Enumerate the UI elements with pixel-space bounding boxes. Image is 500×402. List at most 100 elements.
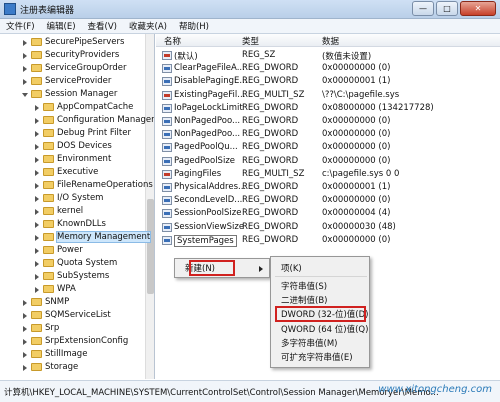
close-button[interactable]: ✕ xyxy=(460,1,496,16)
expand-arrow-icon[interactable] xyxy=(22,325,29,332)
tree-node[interactable]: ServiceProvider xyxy=(22,75,111,87)
expand-arrow-icon[interactable] xyxy=(34,208,41,215)
value-row[interactable]: PagedPoolSize REG_DWORD 0x00000000 (0) xyxy=(156,155,500,168)
menu-favorites[interactable]: 收藏夹(A) xyxy=(123,19,173,33)
tree-node[interactable]: Debug Print Filter xyxy=(34,127,131,139)
tree-node[interactable]: Environment xyxy=(34,153,111,165)
value-data: (数值未设置) xyxy=(322,52,372,62)
submenu-item[interactable]: 多字符串值(M) xyxy=(281,337,337,351)
expand-arrow-icon[interactable] xyxy=(22,299,29,306)
tree-node[interactable]: StillImage xyxy=(22,348,87,360)
menu-file[interactable]: 文件(F) xyxy=(0,19,41,33)
value-row[interactable]: NonPagedPoo... REG_DWORD 0x00000000 (0) xyxy=(156,115,500,128)
value-row[interactable]: PhysicalAddres... REG_DWORD 0x00000001 (1) xyxy=(156,181,500,194)
expand-arrow-icon[interactable] xyxy=(34,156,41,163)
tree-node[interactable]: Memory Management xyxy=(34,231,152,243)
value-type: REG_DWORD xyxy=(242,221,299,232)
tree-node[interactable]: SubSystems xyxy=(34,270,109,282)
tree-node-label: SecurityProviders xyxy=(45,50,120,60)
registry-tree[interactable]: SecurePipeServers SecurityProviders Servic… xyxy=(0,34,155,379)
expand-arrow-icon[interactable] xyxy=(22,364,29,371)
value-name: PagingFiles xyxy=(174,168,222,179)
value-row[interactable]: PagedPoolQu... REG_DWORD 0x00000000 (0) xyxy=(156,141,500,154)
tree-node[interactable]: SQMServiceList xyxy=(22,309,111,321)
menu-edit[interactable]: 编辑(E) xyxy=(41,19,82,33)
value-row[interactable]: SessionViewSize REG_DWORD 0x00000030 (48) xyxy=(156,221,500,234)
expand-arrow-icon[interactable] xyxy=(34,104,41,111)
binary-value-icon xyxy=(162,209,172,219)
value-row[interactable]: PagingFiles REG_MULTI_SZ c:\pagefile.sys 0… xyxy=(156,168,500,181)
tree-node[interactable]: Quota System xyxy=(34,257,117,269)
tree-node[interactable]: SecurePipeServers xyxy=(22,36,124,48)
tree-node[interactable]: AppCompatCache xyxy=(34,101,133,113)
tree-node[interactable]: SNMP xyxy=(22,296,69,308)
tree-node[interactable]: I/O System xyxy=(34,192,103,204)
collapse-arrow-icon[interactable] xyxy=(22,91,29,98)
value-row[interactable]: (默认) REG_SZ (数值未设置) xyxy=(156,49,500,62)
expand-arrow-icon[interactable] xyxy=(34,130,41,137)
folder-icon xyxy=(31,363,42,371)
folder-icon xyxy=(43,116,54,124)
expand-arrow-icon[interactable] xyxy=(34,273,41,280)
tree-scrollbar[interactable] xyxy=(145,34,154,379)
value-row[interactable]: SessionPoolSize REG_DWORD 0x00000004 (4) xyxy=(156,207,500,220)
expand-arrow-icon[interactable] xyxy=(34,234,41,241)
submenu-item[interactable]: 字符串值(S) xyxy=(281,280,327,294)
tree-node[interactable]: KnownDLLs xyxy=(34,218,106,230)
expand-arrow-icon[interactable] xyxy=(22,351,29,358)
tree-node[interactable]: ServiceGroupOrder xyxy=(22,62,126,74)
maximize-button[interactable]: □ xyxy=(436,1,458,16)
tree-node[interactable]: Session Manager xyxy=(22,88,117,100)
tree-node[interactable]: Srp xyxy=(22,322,59,334)
tree-node[interactable]: DOS Devices xyxy=(34,140,112,152)
value-row[interactable]: DisablePagingE... REG_DWORD 0x00000001 (1) xyxy=(156,75,500,88)
string-value-icon xyxy=(162,90,172,100)
expand-arrow-icon[interactable] xyxy=(34,260,41,267)
value-name: IoPageLockLimit xyxy=(174,102,243,113)
tree-node[interactable]: SecurityProviders xyxy=(22,49,119,61)
menu-view[interactable]: 查看(V) xyxy=(82,19,123,33)
expand-arrow-icon[interactable] xyxy=(34,182,41,189)
expand-arrow-icon[interactable] xyxy=(34,195,41,202)
expand-arrow-icon[interactable] xyxy=(34,143,41,150)
value-type: REG_SZ xyxy=(242,50,276,60)
watermark: www.xitongcheng.com xyxy=(378,384,492,395)
value-row[interactable]: ClearPageFileA... REG_DWORD 0x00000000 (0) xyxy=(156,62,500,75)
expand-arrow-icon[interactable] xyxy=(34,286,41,293)
tree-node[interactable]: Executive xyxy=(34,166,98,178)
value-row[interactable]: SystemPages REG_DWORD 0x00000000 (0) xyxy=(156,234,500,247)
submenu-item[interactable]: 项(K) xyxy=(281,262,302,276)
value-row[interactable]: SecondLevelD... REG_DWORD 0x00000000 (0) xyxy=(156,194,500,207)
expand-arrow-icon[interactable] xyxy=(22,39,29,46)
value-row[interactable]: IoPageLockLimit REG_DWORD 0x08000000 (1342… xyxy=(156,102,500,115)
tree-node[interactable]: WPA xyxy=(34,283,76,295)
submenu-item[interactable]: QWORD (64 位)值(Q) xyxy=(281,323,368,337)
tree-node-label: Memory Management xyxy=(55,231,152,243)
value-type: REG_DWORD xyxy=(242,155,299,166)
minimize-button[interactable]: — xyxy=(412,1,434,16)
tree-node[interactable]: Configuration Manager xyxy=(34,114,154,126)
submenu-item[interactable]: 可扩充字符串值(E) xyxy=(281,351,353,365)
expand-arrow-icon[interactable] xyxy=(22,338,29,345)
header-type[interactable]: 类型 xyxy=(242,35,259,47)
header-name[interactable]: 名称 xyxy=(164,35,181,47)
expand-arrow-icon[interactable] xyxy=(22,312,29,319)
tree-node[interactable]: Storage xyxy=(22,361,78,373)
menu-help[interactable]: 帮助(H) xyxy=(173,19,215,33)
header-data[interactable]: 数据 xyxy=(322,35,339,47)
expand-arrow-icon[interactable] xyxy=(34,221,41,228)
value-row[interactable]: NonPagedPoo... REG_DWORD 0x00000000 (0) xyxy=(156,128,500,141)
binary-value-icon xyxy=(162,64,172,74)
expand-arrow-icon[interactable] xyxy=(22,52,29,59)
tree-scrollbar-thumb[interactable] xyxy=(147,199,154,294)
tree-node[interactable]: FileRenameOperations xyxy=(34,179,153,191)
expand-arrow-icon[interactable] xyxy=(22,65,29,72)
tree-node[interactable]: SrpExtensionConfig xyxy=(22,335,128,347)
expand-arrow-icon[interactable] xyxy=(34,169,41,176)
expand-arrow-icon[interactable] xyxy=(34,117,41,124)
tree-node[interactable]: kernel xyxy=(34,205,83,217)
expand-arrow-icon[interactable] xyxy=(34,247,41,254)
value-row[interactable]: ExistingPageFil... REG_MULTI_SZ \??\C:\pag… xyxy=(156,89,500,102)
tree-node[interactable]: Power xyxy=(34,244,83,256)
expand-arrow-icon[interactable] xyxy=(22,78,29,85)
